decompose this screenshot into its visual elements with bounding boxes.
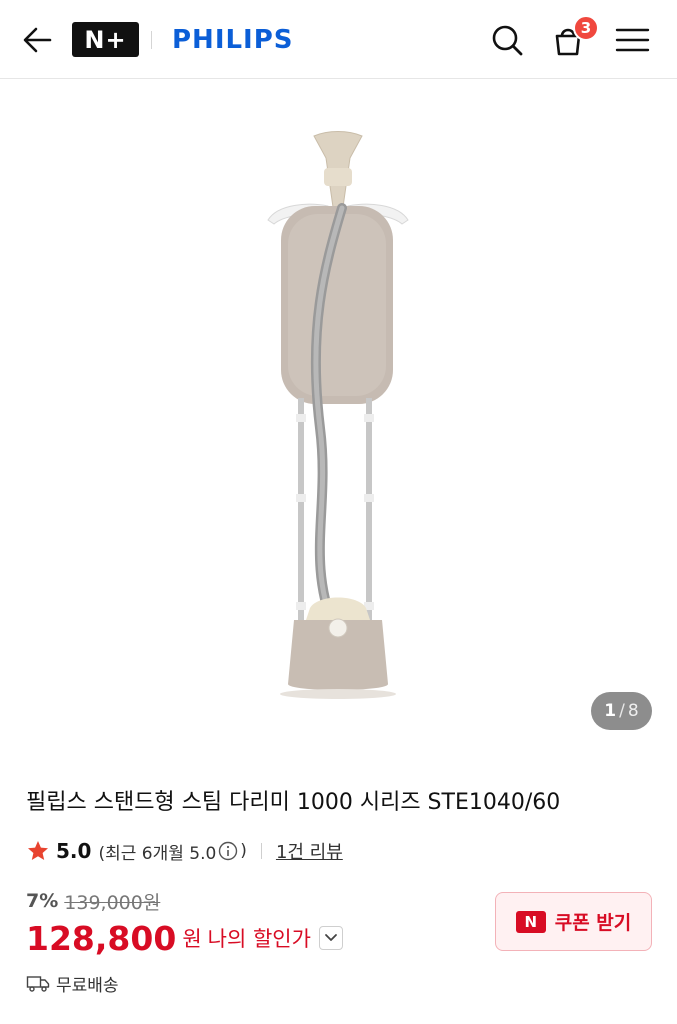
coupon-button-label: 쿠폰 받기 — [554, 912, 632, 934]
top-header: N+ PHILIPS 3 — [0, 0, 677, 79]
sale-price-row: 128,800 원 나의 할인가 — [26, 916, 343, 960]
my-discount-label[interactable]: 나의 할인가 — [208, 923, 311, 953]
naver-plus-text: N+ — [84, 25, 127, 54]
rating-recent-close: ) — [240, 841, 247, 861]
search-icon[interactable] — [487, 20, 527, 60]
image-counter-separator: / — [619, 701, 625, 721]
shipping-row: 무료배송 — [26, 970, 119, 996]
rating-recent-text: (최근 6개월 5.0 — [98, 843, 217, 864]
product-image-gallery[interactable] — [0, 80, 677, 750]
sale-price: 128,800 — [26, 918, 177, 958]
brand-store-link[interactable]: PHILIPS — [172, 22, 294, 58]
review-count-link[interactable]: 1건 리뷰 — [276, 838, 343, 864]
back-arrow-icon[interactable] — [20, 24, 54, 56]
discount-rate: 7% — [26, 890, 59, 912]
coupon-download-button[interactable]: N 쿠폰 받기 — [495, 892, 652, 951]
shipping-text: 무료배송 — [56, 975, 119, 996]
rating-divider — [260, 843, 262, 859]
rating-row: 5.0 (최근 6개월 5.0 ) 1건 리뷰 — [26, 838, 343, 864]
currency-unit: 원 — [182, 927, 202, 951]
chevron-down-icon[interactable] — [318, 926, 343, 950]
rating-score: 5.0 — [56, 839, 92, 863]
product-title: 필립스 스탠드형 스팀 다리미 1000 시리즈 STE1040/60 — [26, 790, 561, 815]
naver-plus-logo[interactable]: N+ — [72, 22, 139, 57]
original-price-row: 7% 139,000원 — [26, 888, 160, 914]
truck-icon — [26, 976, 50, 992]
image-counter: 1 / 8 — [591, 692, 652, 730]
product-image — [238, 128, 438, 708]
cart-count-badge: 3 — [573, 15, 599, 41]
original-price: 139,000원 — [64, 891, 161, 914]
image-counter-total: 8 — [627, 701, 639, 721]
naver-n-icon: N — [515, 910, 546, 933]
image-counter-current: 1 — [604, 701, 617, 721]
star-icon — [28, 841, 48, 860]
hamburger-menu-icon[interactable] — [612, 20, 652, 60]
logo-divider — [151, 31, 152, 49]
info-icon[interactable] — [218, 841, 238, 861]
